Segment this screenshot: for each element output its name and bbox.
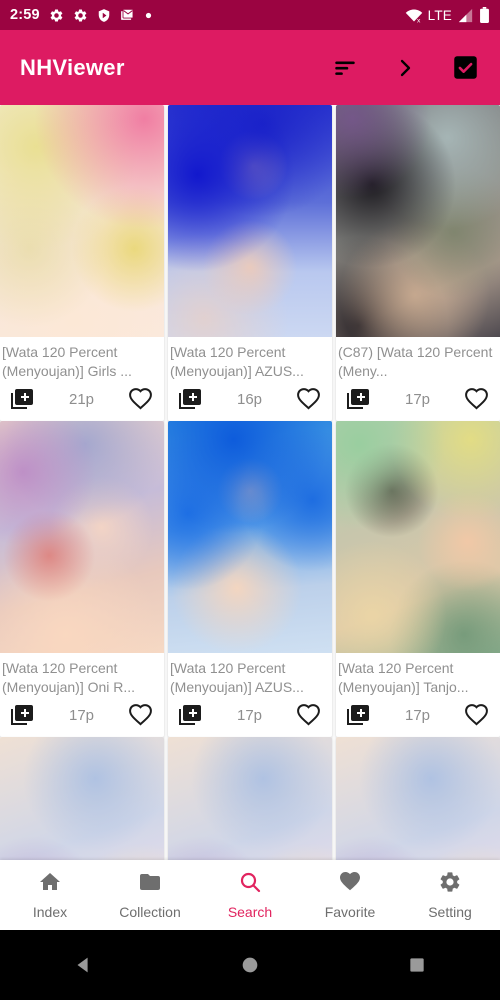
dot-icon: [145, 12, 152, 19]
gallery-row: [0, 737, 500, 870]
home-icon: [38, 870, 62, 899]
gallery-card[interactable]: [Wata 120 Percent (Menyoujan)] Oni R... …: [0, 421, 164, 737]
card-title: [Wata 120 Percent (Menyoujan)] Girls ...: [2, 344, 132, 379]
thumbnail-image[interactable]: [168, 421, 332, 653]
card-footer: 17p: [0, 699, 164, 737]
nav-label: Favorite: [324, 904, 376, 920]
nav-item-setting[interactable]: Setting: [400, 870, 500, 920]
heart-outline-icon[interactable]: [464, 387, 489, 412]
page-title: NHViewer: [20, 54, 125, 80]
thumbnail-image[interactable]: [336, 105, 500, 337]
library-add-icon[interactable]: [11, 703, 35, 727]
gallery-card[interactable]: (C87) [Wata 120 Percent (Meny... 17p: [336, 105, 500, 421]
page-count: 17p: [404, 390, 431, 408]
card-title: [Wata 120 Percent (Menyoujan)] Oni R...: [2, 660, 136, 695]
heart-outline-icon[interactable]: [128, 387, 153, 412]
battery-icon: [479, 7, 490, 23]
nav-item-collection[interactable]: Collection: [100, 870, 200, 920]
library-add-icon[interactable]: [347, 387, 371, 411]
card-footer: 21p: [0, 383, 164, 421]
library-add-icon[interactable]: [179, 387, 203, 411]
recents-square-icon[interactable]: [387, 935, 447, 995]
gallery-row: [Wata 120 Percent (Menyoujan)] Oni R... …: [0, 421, 500, 737]
gear-icon: [73, 8, 88, 23]
page-count: 16p: [236, 390, 263, 408]
app-bar: NHViewer: [0, 30, 500, 105]
status-bar: 2:59 x LTE: [0, 0, 500, 30]
page-count: 21p: [68, 390, 95, 408]
sort-icon[interactable]: [330, 53, 360, 83]
nav-item-index[interactable]: Index: [0, 870, 100, 920]
heart-filled-icon: [338, 870, 362, 899]
status-time: 2:59: [10, 7, 40, 23]
app-bar-actions: [330, 53, 480, 83]
gear-icon: [438, 870, 462, 899]
thumbnail-image[interactable]: [168, 737, 332, 870]
card-footer: 17p: [336, 383, 500, 421]
android-navigation-bar: [0, 930, 500, 1000]
checkbox-checked-icon[interactable]: [450, 53, 480, 83]
gallery-row: [Wata 120 Percent (Menyoujan)] Girls ...…: [0, 105, 500, 421]
card-title: [Wata 120 Percent (Menyoujan)] AZUS...: [170, 344, 304, 379]
search-icon: [238, 870, 262, 899]
chevron-right-icon[interactable]: [390, 53, 420, 83]
home-circle-icon[interactable]: [220, 935, 280, 995]
nav-label: Setting: [428, 904, 472, 920]
card-title: (C87) [Wata 120 Percent (Meny...: [338, 344, 493, 379]
gallery-card[interactable]: [Wata 120 Percent (Menyoujan)] AZUS... 1…: [168, 105, 332, 421]
svg-text:x: x: [417, 17, 421, 23]
nav-label: Search: [227, 904, 273, 920]
library-add-icon[interactable]: [179, 703, 203, 727]
page-count: 17p: [236, 706, 263, 724]
library-add-icon[interactable]: [347, 703, 371, 727]
card-title: [Wata 120 Percent (Menyoujan)] AZUS...: [170, 660, 304, 695]
heart-outline-icon[interactable]: [128, 703, 153, 728]
library-add-icon[interactable]: [11, 387, 35, 411]
gallery-card[interactable]: [Wata 120 Percent (Menyoujan)] AZUS... 1…: [168, 421, 332, 737]
thumbnail-image[interactable]: [0, 105, 164, 337]
thumbnail-image[interactable]: [336, 421, 500, 653]
page-count: 17p: [404, 706, 431, 724]
status-bar-right: x LTE: [405, 7, 490, 23]
heart-outline-icon[interactable]: [296, 703, 321, 728]
card-footer: 17p: [168, 699, 332, 737]
thumbnail-image[interactable]: [0, 737, 164, 870]
heart-outline-icon[interactable]: [296, 387, 321, 412]
nav-item-search[interactable]: Search: [200, 870, 300, 920]
gallery-card[interactable]: [Wata 120 Percent (Menyoujan)] Tanjo... …: [336, 421, 500, 737]
nav-item-favorite[interactable]: Favorite: [300, 870, 400, 920]
gallery-card[interactable]: [Wata 120 Percent (Menyoujan)] Girls ...…: [0, 105, 164, 421]
gmail-icon: [120, 8, 136, 23]
page-count: 17p: [68, 706, 95, 724]
card-footer: 17p: [336, 699, 500, 737]
signal-icon: [457, 8, 474, 23]
status-bar-left: 2:59: [10, 7, 405, 23]
gallery-grid[interactable]: [Wata 120 Percent (Menyoujan)] Girls ...…: [0, 105, 500, 870]
wifi-off-icon: x: [405, 8, 423, 23]
heart-outline-icon[interactable]: [464, 703, 489, 728]
gallery-card[interactable]: [336, 737, 500, 870]
nav-label: Collection: [119, 904, 181, 920]
back-triangle-icon[interactable]: [53, 935, 113, 995]
network-label: LTE: [427, 7, 452, 23]
card-title: [Wata 120 Percent (Menyoujan)] Tanjo...: [338, 660, 469, 695]
bottom-navigation: Index Collection Search Favorite Setting: [0, 860, 500, 930]
thumbnail-image[interactable]: [0, 421, 164, 653]
folder-icon: [138, 870, 162, 899]
nav-label: Index: [32, 904, 68, 920]
gear-icon: [49, 8, 64, 23]
thumbnail-image[interactable]: [168, 105, 332, 337]
thumbnail-image[interactable]: [336, 737, 500, 870]
card-footer: 16p: [168, 383, 332, 421]
shield-play-icon: [97, 8, 111, 23]
gallery-card[interactable]: [168, 737, 332, 870]
gallery-card[interactable]: [0, 737, 164, 870]
